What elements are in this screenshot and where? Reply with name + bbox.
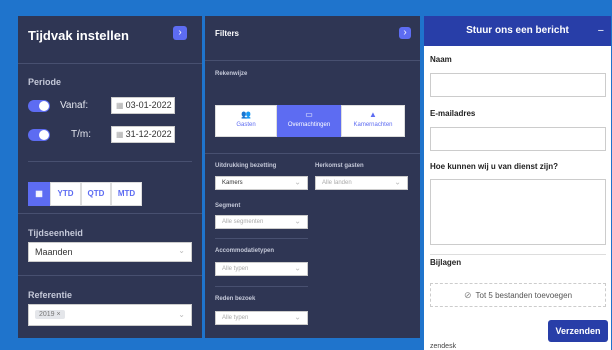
zendesk-brand: zendesk [430, 343, 457, 350]
chevron-right-icon: › [178, 27, 182, 38]
rekenwijze-overnachtingen[interactable]: ▭ Overnachtingen [277, 105, 341, 137]
tijdseenheid-label: Tijdseenheid [28, 228, 83, 238]
vanaf-toggle[interactable] [28, 100, 50, 112]
calendar-icon: ▦ [116, 130, 124, 139]
bed-icon: ▭ [305, 110, 313, 119]
paperclip-icon: ⊘ [463, 290, 472, 300]
email-input[interactable] [430, 127, 606, 151]
divider [215, 286, 308, 287]
periode-label: Periode [28, 77, 62, 87]
chevron-down-icon: ⌄ [294, 216, 301, 226]
tijdseenheid-select[interactable]: Maanden ⌄ [28, 242, 192, 262]
uitdrukking-select[interactable]: Kamers ⌄ [215, 176, 308, 190]
accommodatie-select[interactable]: Alle typen ⌄ [215, 262, 308, 276]
chevron-down-icon: ⌄ [294, 312, 301, 322]
tm-toggle[interactable] [28, 129, 50, 141]
room-service-icon: ▲ [369, 110, 377, 119]
filters-panel: Filters › Rekenwijze 👥 Gasten ▭ Overnachti… [205, 16, 420, 338]
reden-label: Reden bezoek [215, 296, 256, 302]
rekenwijze-kamernachten[interactable]: ▲ Kamernachten [341, 105, 405, 137]
divider [215, 238, 308, 239]
name-input[interactable] [430, 73, 606, 97]
name-label: Naam [430, 55, 452, 64]
divider [18, 213, 202, 214]
tijdvak-collapse-button[interactable]: › [173, 26, 187, 40]
question-label: Hoe kunnen wij u van dienst zijn? [430, 162, 559, 171]
ytd-button[interactable]: YTD [50, 182, 81, 206]
people-icon: 👥 [241, 110, 251, 119]
attach-files-button[interactable]: ⊘ Tot 5 bestanden toevoegen [430, 283, 606, 307]
contact-header: Stuur ons een bericht [424, 16, 611, 46]
tijdvak-panel: Tijdvak instellen › Periode Vanaf: ▦ 03-0… [18, 16, 202, 338]
segment-select[interactable]: Alle segmenten ⌄ [215, 215, 308, 229]
email-label: E-mailadres [430, 109, 476, 118]
divider [205, 60, 420, 61]
tm-date-input[interactable]: ▦ 31-12-2022 [111, 126, 175, 143]
mtd-button[interactable]: MTD [111, 182, 142, 206]
referentie-select[interactable]: 2019 × ⌄ [28, 304, 192, 326]
question-textarea[interactable] [430, 179, 606, 245]
divider [18, 275, 202, 276]
herkomst-label: Herkomst gasten [315, 163, 364, 169]
uitdrukking-label: Uitdrukking bezetting [215, 163, 277, 169]
attachments-label: Bijlagen [430, 258, 462, 267]
segment-label: Segment [215, 203, 241, 209]
chevron-down-icon: ⌄ [178, 246, 185, 256]
chevron-down-icon: ⌄ [294, 263, 301, 273]
tijdvak-title: Tijdvak instellen [28, 28, 129, 43]
rekenwijze-label: Rekenwijze [215, 71, 248, 77]
tm-label: T/m: [71, 129, 91, 140]
chevron-down-icon: ⌄ [294, 177, 301, 187]
contact-widget: Stuur ons een bericht − Naam E-mailadres… [424, 16, 611, 350]
chevron-down-icon: ⌄ [178, 310, 185, 320]
calendar-icon: ▦ [116, 101, 124, 110]
divider [18, 63, 202, 64]
divider [205, 153, 420, 154]
referentie-label: Referentie [28, 290, 73, 300]
accommodatie-label: Accommodatietypen [215, 248, 275, 254]
vanaf-date-input[interactable]: ▦ 03-01-2022 [111, 97, 175, 114]
filters-title: Filters [215, 29, 240, 38]
minimize-button[interactable]: − [598, 16, 604, 46]
chevron-down-icon: ⌄ [394, 177, 401, 187]
divider [28, 161, 192, 162]
period-shortcut-group: ▦ YTD QTD MTD [28, 182, 142, 206]
contact-title: Stuur ons een bericht [466, 25, 569, 36]
rekenwijze-group: 👥 Gasten ▭ Overnachtingen ▲ Kamernachten [215, 105, 405, 137]
herkomst-select[interactable]: Alle landen ⌄ [315, 176, 408, 190]
chevron-right-icon: › [403, 27, 407, 38]
calendar-period-button[interactable]: ▦ [28, 182, 50, 206]
qtd-button[interactable]: QTD [81, 182, 111, 206]
filters-collapse-button[interactable]: › [399, 27, 411, 39]
calendar-icon: ▦ [35, 189, 43, 198]
referentie-chip[interactable]: 2019 × [35, 310, 65, 319]
vanaf-label: Vanaf: [60, 100, 89, 111]
rekenwijze-gasten[interactable]: 👥 Gasten [215, 105, 277, 137]
send-button[interactable]: Verzenden [548, 320, 608, 342]
divider [430, 254, 606, 255]
reden-select[interactable]: Alle typen ⌄ [215, 311, 308, 325]
